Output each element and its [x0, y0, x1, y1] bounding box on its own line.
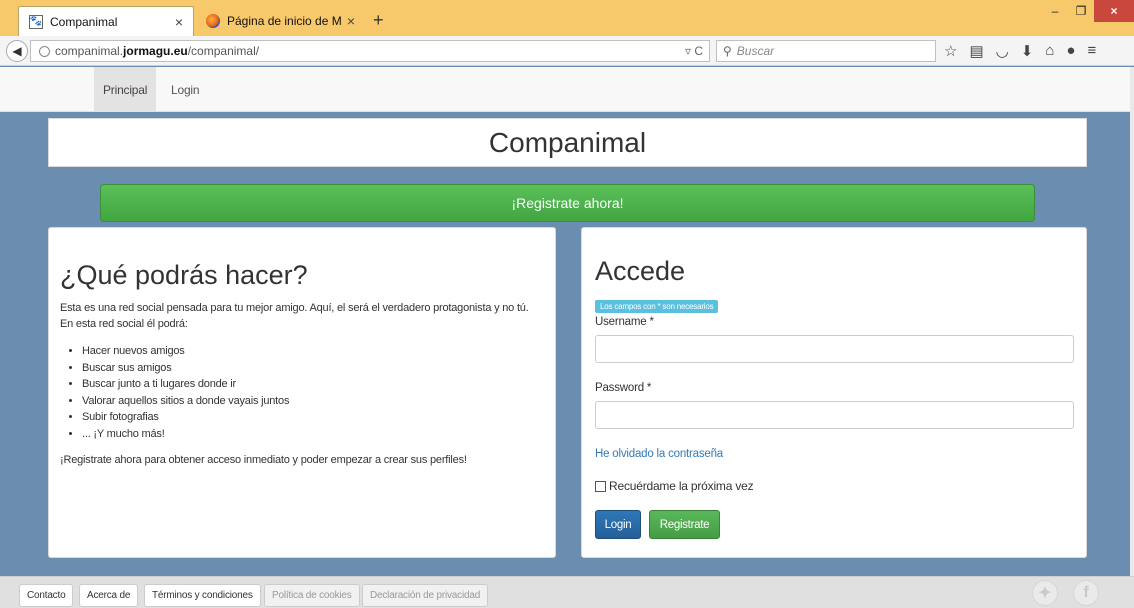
footer-contacto-button[interactable]: Contacto [19, 584, 74, 607]
close-tab-icon[interactable]: × [175, 14, 183, 30]
star-icon[interactable]: ☆ [944, 42, 957, 60]
search-icon: ⚲ [723, 44, 732, 58]
forgot-password-link[interactable]: He olvidado la contraseña [595, 448, 1073, 460]
list-item: ... ¡Y mucho más! [82, 426, 544, 443]
chat-icon[interactable]: ● [1066, 42, 1075, 60]
remember-checkbox[interactable] [595, 480, 606, 492]
username-field[interactable] [595, 335, 1074, 363]
search-input[interactable]: ⚲ Buscar [716, 40, 936, 62]
features-heading: ¿Qué podrás hacer? [60, 260, 308, 290]
login-button[interactable]: Login [595, 510, 641, 539]
remember-me[interactable]: Recuérdame la próxima vez [595, 479, 1073, 493]
url-path: /companimal/ [187, 44, 260, 58]
tab-companimal[interactable]: 🐾 Companimal × [18, 6, 194, 36]
close-window-button[interactable]: × [1094, 0, 1134, 22]
list-item: Hacer nuevos amigos [82, 343, 544, 360]
new-tab-button[interactable]: + [373, 10, 384, 31]
site-navbar: Principal Login [0, 67, 1134, 112]
login-actions: Login Registrate [595, 510, 1073, 539]
footer-acerca-button[interactable]: Acerca de [79, 584, 139, 607]
register-button[interactable]: Registrate [649, 510, 720, 539]
footer-privacy-button: Declaración de privacidad [362, 584, 489, 607]
features-panel: ¿Qué podrás hacer? Esta es una red socia… [48, 227, 556, 558]
login-heading: Accede [595, 256, 686, 286]
list-item: Buscar sus amigos [82, 360, 544, 377]
close-tab-icon[interactable]: × [347, 13, 355, 29]
globe-icon [39, 45, 50, 57]
tab-title: Página de inicio de Mozill... [227, 14, 341, 28]
footer-cookies-button: Política de cookies [264, 584, 360, 607]
username-label: Username * [595, 316, 654, 328]
firefox-icon [206, 14, 220, 28]
register-banner-button[interactable]: ¡Registrate ahora! [100, 184, 1035, 222]
features-list: Hacer nuevos amigos Buscar sus amigos Bu… [82, 343, 544, 442]
features-outro: ¡Registrate ahora para obtener acceso in… [60, 454, 467, 466]
list-item: Buscar junto a ti lugares donde ir [82, 376, 544, 393]
password-field[interactable] [595, 401, 1074, 429]
password-label: Password * [595, 382, 652, 394]
list-item: Subir fotografias [82, 409, 544, 426]
url-bar[interactable]: companimal. jormagu.eu/companimal/ ▿ C [30, 40, 710, 62]
reading-list-icon[interactable]: ▤ [969, 42, 983, 60]
login-panel: Accede Los campos con * son necesarios U… [581, 227, 1087, 558]
list-item: Valorar aquellos sitios a donde vayais j… [82, 393, 544, 410]
footer-terminos-button[interactable]: Términos y condiciones [144, 584, 261, 607]
maximize-button[interactable]: ❐ [1068, 0, 1094, 22]
page-scrollbar[interactable] [1130, 67, 1134, 608]
nav-principal[interactable]: Principal [94, 67, 157, 112]
back-button[interactable]: ◀ [6, 40, 28, 62]
browser-navbar: ◀ companimal. jormagu.eu/companimal/ ▿ C … [0, 36, 1134, 66]
tab-mozilla[interactable]: Página de inicio de Mozill... × [198, 6, 363, 36]
url-prefix: companimal. [55, 44, 124, 58]
minimize-button[interactable]: – [1042, 0, 1068, 22]
required-fields-badge: Los campos con * son necesarios [595, 300, 719, 313]
footer: Contacto Acerca de Términos y condicione… [0, 576, 1134, 608]
window-controls: – ❐ × [1042, 0, 1134, 22]
remember-label: Recuérdame la próxima vez [609, 479, 754, 493]
reload-icon[interactable]: ▿ C [685, 44, 703, 58]
tab-title: Companimal [50, 14, 118, 29]
search-placeholder: Buscar [736, 44, 775, 58]
twitter-icon[interactable]: ✦ [1032, 580, 1058, 606]
url-host: jormagu.eu [123, 44, 188, 58]
toolbar-icons: ☆ ▤ ◡ ⬇ ⌂ ● ≡ [944, 42, 1096, 60]
pocket-icon[interactable]: ◡ [996, 42, 1009, 60]
features-intro: Esta es una red social pensada para tu m… [60, 302, 529, 330]
site-title: Companimal [48, 118, 1087, 167]
home-icon[interactable]: ⌂ [1045, 42, 1054, 60]
facebook-icon[interactable]: f [1073, 580, 1099, 606]
download-icon[interactable]: ⬇ [1021, 42, 1034, 60]
back-arrow-icon: ◀ [12, 44, 22, 58]
menu-icon[interactable]: ≡ [1087, 42, 1096, 60]
paw-icon: 🐾 [29, 14, 43, 29]
browser-tabstrip: 🐾 Companimal × Página de inicio de Mozil… [0, 0, 1134, 36]
nav-login[interactable]: Login [162, 67, 208, 112]
